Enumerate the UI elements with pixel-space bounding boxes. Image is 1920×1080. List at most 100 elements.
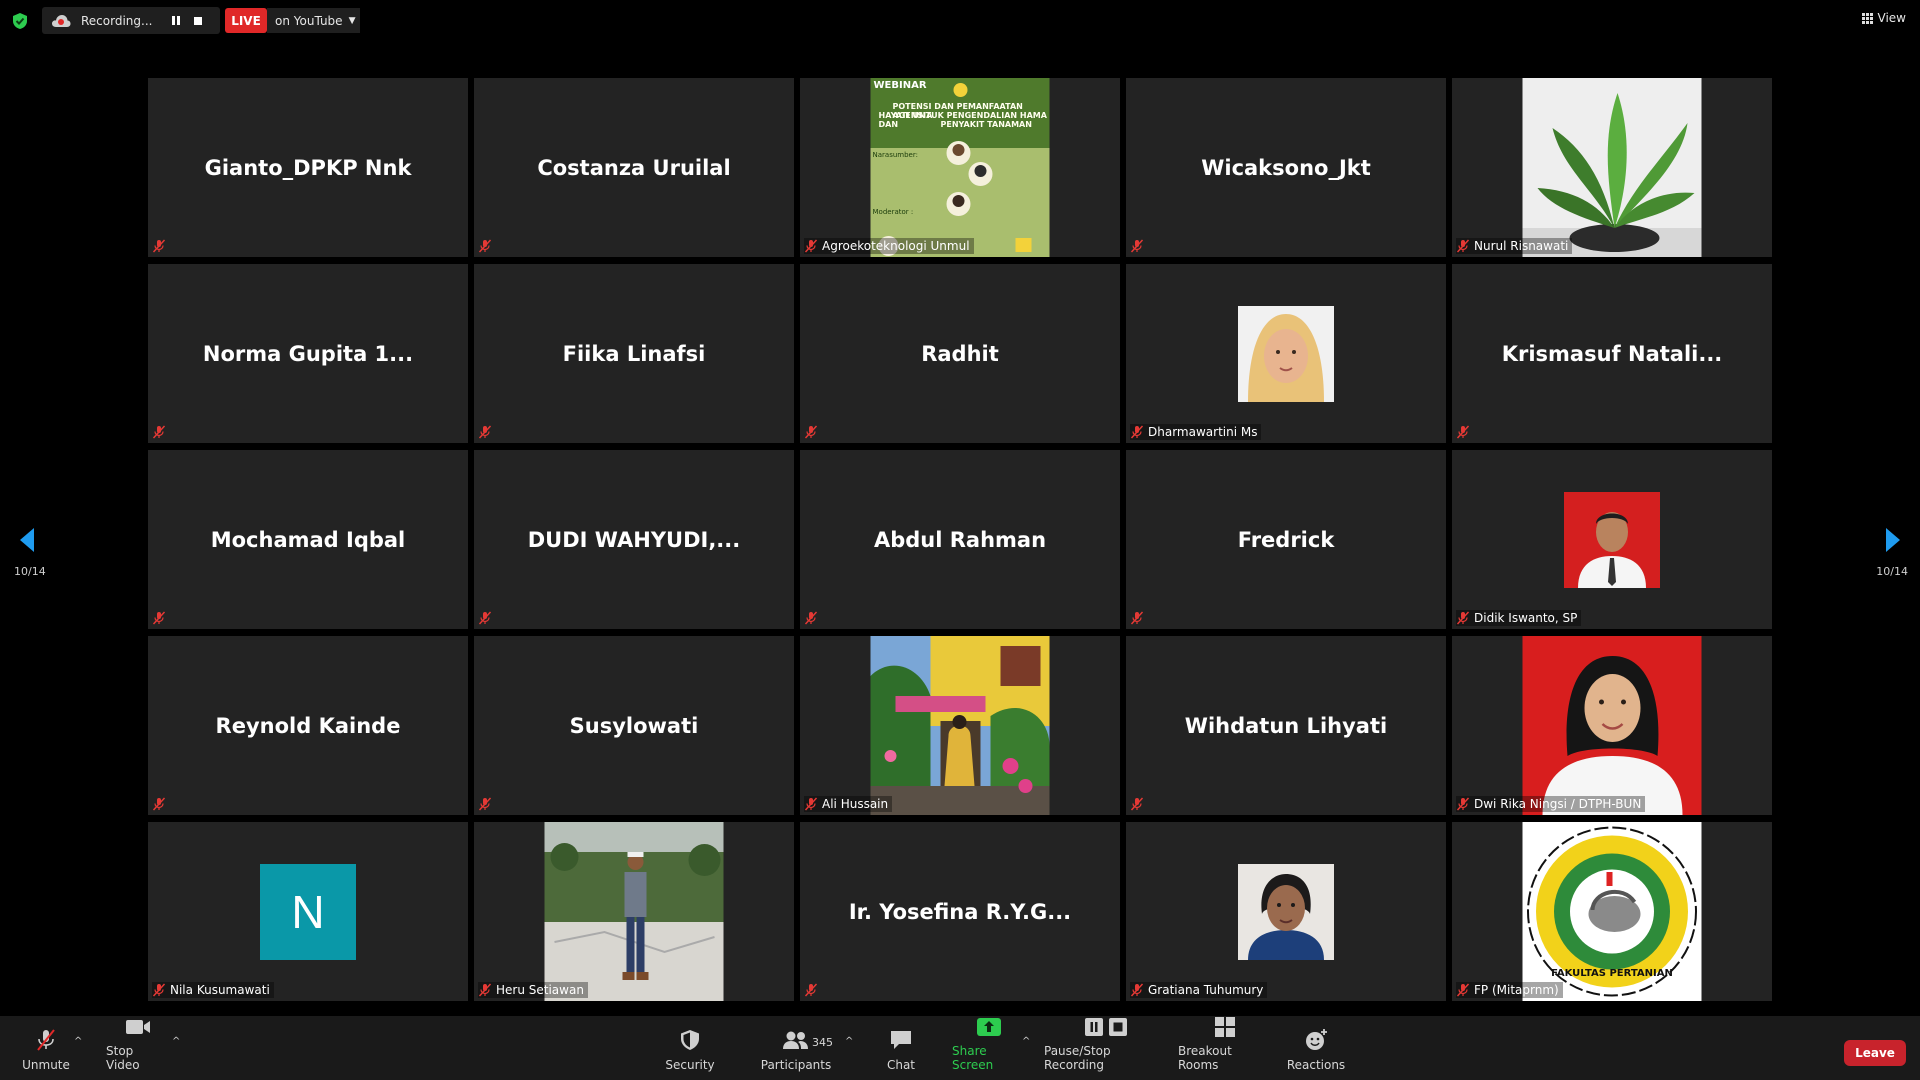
chat-label: Chat (886, 1058, 916, 1072)
participant-tile[interactable]: Heru Setiawan (474, 822, 794, 1001)
mic-muted-icon (152, 797, 166, 811)
shield-icon[interactable] (12, 12, 28, 30)
video-camera-icon (124, 1016, 152, 1038)
poster-speakers-label: Narasumber: (872, 151, 918, 159)
participant-label: Agroekoteknologi Unmul (804, 238, 974, 254)
mic-muted-icon (478, 611, 492, 625)
live-badge: LIVE (225, 8, 267, 33)
leave-button[interactable]: Leave (1844, 1040, 1906, 1066)
pause-recording-button[interactable] (165, 10, 187, 32)
participant-label (478, 424, 500, 440)
participant-tile[interactable]: Mochamad Iqbal (148, 450, 468, 629)
mic-muted-icon (1456, 983, 1470, 997)
audio-options-caret-icon[interactable]: ^ (74, 1036, 82, 1047)
participant-label (804, 424, 826, 440)
reactions-label: Reactions (1286, 1058, 1346, 1072)
participant-tile[interactable]: Abdul Rahman (800, 450, 1120, 629)
participant-tile[interactable]: Radhit (800, 264, 1120, 443)
participant-name: Fredrick (1237, 527, 1335, 552)
participant-tile[interactable]: FAKULTAS PERTANIAN FP (Mitaprnm) (1452, 822, 1772, 1001)
participant-label: Nurul Risnawati (1456, 238, 1573, 254)
participant-label-text: Didik Iswanto, SP (1474, 611, 1578, 625)
participant-photo (1522, 636, 1702, 815)
participant-tile[interactable]: Fiika Linafsi (474, 264, 794, 443)
participant-label-text: FP (Mitaprnm) (1474, 983, 1559, 997)
participant-tile[interactable]: Gratiana Tuhumury (1126, 822, 1446, 1001)
participant-count: 345 (812, 1036, 833, 1049)
participant-tile[interactable]: Fredrick (1126, 450, 1446, 629)
poster-moderator-label: Moderator : (872, 208, 914, 216)
participant-tile[interactable]: Gianto_DPKP Nnk (148, 78, 468, 257)
participant-label-text: Dwi Rika Ningsi / DTPH-BUN (1474, 797, 1642, 811)
participant-label (152, 424, 174, 440)
participant-tile[interactable]: Reynold Kainde (148, 636, 468, 815)
poster-title: WEBINAR (873, 80, 927, 91)
mic-muted-icon (152, 983, 166, 997)
participant-name: Mochamad Iqbal (210, 527, 406, 552)
faculty-logo: FAKULTAS PERTANIAN (1522, 822, 1702, 1001)
share-options-caret-icon[interactable]: ^ (1022, 1036, 1030, 1047)
previous-page-arrow-icon[interactable] (16, 525, 38, 555)
meeting-toolbar: Unmute ^ Stop Video ^ Security Participa… (0, 1016, 1920, 1080)
pause-stop-recording-button[interactable]: Pause/Stop Recording (1044, 1016, 1168, 1080)
mic-muted-icon (1456, 239, 1470, 253)
participant-label (152, 610, 174, 626)
security-button[interactable]: Security (664, 1016, 716, 1080)
participant-photo (1238, 864, 1334, 960)
unmute-label: Unmute (22, 1058, 70, 1072)
participant-tile[interactable]: Ali Hussain (800, 636, 1120, 815)
mic-muted-icon (1456, 611, 1470, 625)
garden-photo (870, 636, 1050, 815)
unmute-button[interactable]: Unmute (20, 1016, 72, 1080)
reactions-button[interactable]: Reactions (1286, 1016, 1346, 1080)
mic-muted-icon (1130, 239, 1144, 253)
participant-tile[interactable]: Dwi Rika Ningsi / DTPH-BUN (1452, 636, 1772, 815)
participant-tile[interactable]: Norma Gupita 1... (148, 264, 468, 443)
participant-tile[interactable]: Wihdatun Lihyati (1126, 636, 1446, 815)
participant-tile[interactable]: Didik Iswanto, SP (1452, 450, 1772, 629)
participant-label (152, 238, 174, 254)
participant-tile[interactable]: N Nila Kusumawati (148, 822, 468, 1001)
participant-tile[interactable]: Ir. Yosefina R.Y.G... (800, 822, 1120, 1001)
participants-options-caret-icon[interactable]: ^ (845, 1036, 853, 1047)
mic-muted-icon (1130, 983, 1144, 997)
recording-indicator: Recording... (42, 7, 220, 34)
participant-tile[interactable]: Susylowati (474, 636, 794, 815)
participant-name: Costanza Uruilal (537, 155, 731, 180)
participant-tile[interactable]: Costanza Uruilal (474, 78, 794, 257)
participant-name: Ir. Yosefina R.Y.G... (848, 899, 1072, 924)
live-destination-dropdown[interactable]: on YouTube ▼ (267, 8, 360, 33)
participant-tile[interactable]: Wicaksono_Jkt (1126, 78, 1446, 257)
view-button[interactable]: View (1861, 11, 1906, 25)
grid-view-icon (1861, 12, 1873, 24)
breakout-rooms-button[interactable]: Breakout Rooms (1178, 1016, 1272, 1080)
live-destination-label: on YouTube (275, 13, 343, 28)
participant-label: Dwi Rika Ningsi / DTPH-BUN (1456, 796, 1646, 812)
mic-muted-icon (32, 1028, 60, 1052)
recording-label: Recording... (81, 13, 153, 28)
participant-tile[interactable]: DUDI WAHYUDI,... (474, 450, 794, 629)
plant-photo (1522, 78, 1702, 257)
mic-muted-icon (152, 239, 166, 253)
next-page-arrow-icon[interactable] (1882, 525, 1904, 555)
participant-label (1130, 796, 1152, 812)
participant-tile[interactable]: WEBINAR POTENSI DAN PEMANFAATAN AGENSIA HA… (800, 78, 1120, 257)
participant-name: Wicaksono_Jkt (1201, 155, 1371, 180)
video-options-caret-icon[interactable]: ^ (172, 1036, 180, 1047)
participant-tile[interactable]: Krismasuf Natali... (1452, 264, 1772, 443)
mic-muted-icon (804, 239, 818, 253)
stop-video-button[interactable]: Stop Video (106, 1016, 170, 1080)
share-screen-button[interactable]: Share Screen (952, 1016, 1026, 1080)
participant-label (478, 610, 500, 626)
participant-label-text: Agroekoteknologi Unmul (822, 239, 970, 253)
chat-button[interactable]: Chat (880, 1016, 922, 1080)
participant-label (152, 796, 174, 812)
participant-label: Ali Hussain (804, 796, 893, 812)
mic-muted-icon (1130, 797, 1144, 811)
participant-label-text: Nila Kusumawati (170, 983, 270, 997)
participant-tile[interactable]: Nurul Risnawati (1452, 78, 1772, 257)
participant-label: Nila Kusumawati (152, 982, 274, 998)
participant-tile[interactable]: Dharmawartini Ms (1126, 264, 1446, 443)
stop-recording-button[interactable] (187, 10, 209, 32)
participant-label: Didik Iswanto, SP (1456, 610, 1582, 626)
